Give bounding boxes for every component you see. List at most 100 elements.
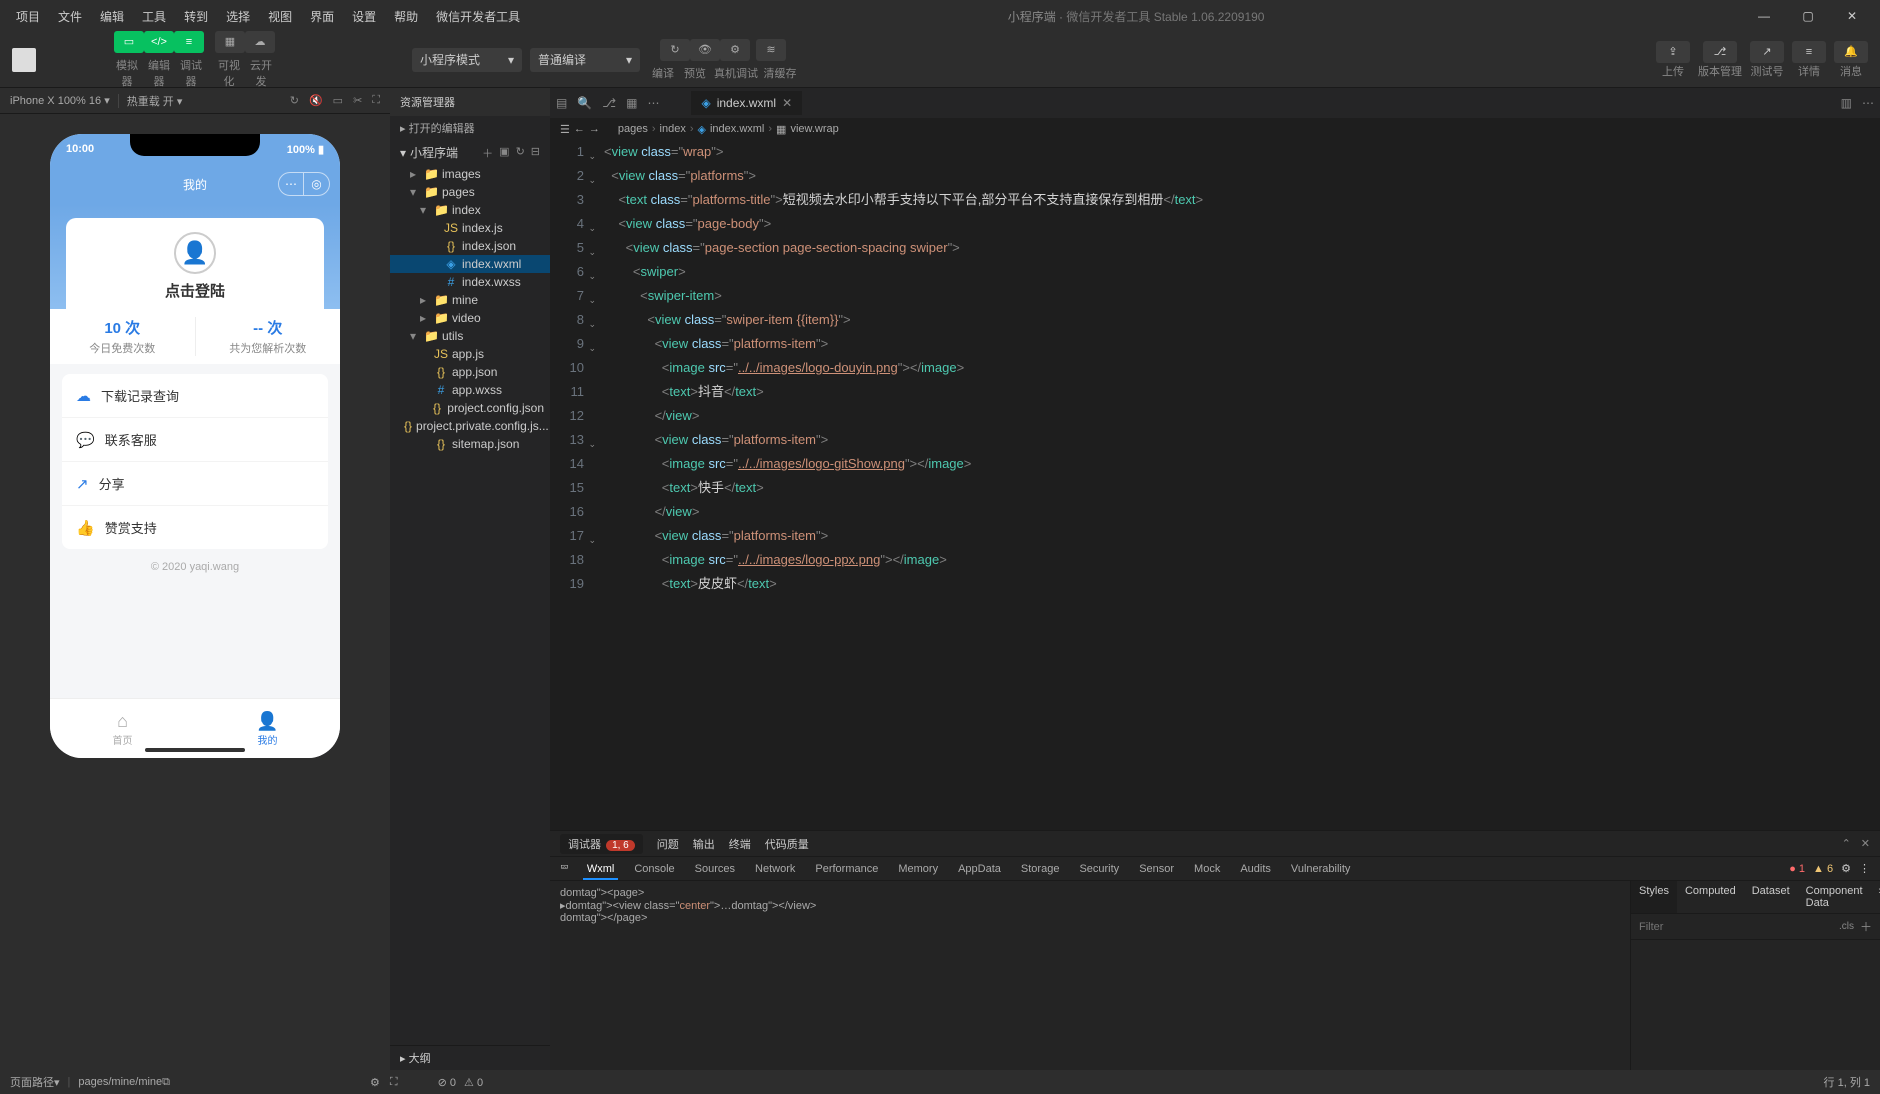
menu-选择[interactable]: 选择 [218,4,258,29]
panel-up-icon[interactable]: ⌃ [1842,837,1851,850]
debugger-toggle[interactable]: ≡ [174,31,204,53]
version-button[interactable]: ⎇ [1703,41,1737,63]
collapse-icon[interactable]: ⊟ [531,145,540,161]
editor-toggle[interactable]: </> [144,31,174,53]
devtools-tab-network[interactable]: Network [751,860,799,878]
devtools-tab-console[interactable]: Console [630,860,678,878]
tree-node[interactable]: JSapp.js [390,345,550,363]
devtools-tab-appdata[interactable]: AppData [954,860,1005,878]
add-rule-icon[interactable]: ＋ [1860,918,1872,935]
outline-section[interactable]: ▸ 大纲 [390,1045,550,1070]
gear-icon[interactable]: ⚙ [1841,862,1851,875]
bookmark-icon[interactable]: ☰ [560,123,570,136]
devtools-tab-performance[interactable]: Performance [811,860,882,878]
menu-工具[interactable]: 工具 [134,4,174,29]
status-warnings[interactable]: ⚠ 0 [464,1076,483,1089]
expand-icon[interactable]: ⛶ [372,94,380,107]
remote-debug-button[interactable]: ⚙ [720,39,750,61]
avatar-icon[interactable]: 👤 [174,232,216,274]
quality-tab[interactable]: 代码质量 [765,836,809,852]
devtools-tab-audits[interactable]: Audits [1236,860,1275,878]
panel-close-icon[interactable]: ✕ [1861,837,1870,850]
visualize-toggle[interactable]: ▦ [215,31,245,53]
style-tab-component data[interactable]: Component Data [1798,881,1871,913]
mute-icon[interactable]: 🔇 [309,94,323,107]
devtools-tab-sensor[interactable]: Sensor [1135,860,1178,878]
styles-filter-input[interactable] [1639,921,1839,933]
error-badge[interactable]: ● 1 [1789,863,1805,875]
maximize-button[interactable]: ▢ [1788,5,1828,27]
open-editors-section[interactable]: ▸ 打开的编辑器 [390,116,550,140]
style-tabs-more-icon[interactable]: » [1871,881,1880,913]
minimize-button[interactable]: — [1744,5,1784,27]
search-icon[interactable]: 🔍 [577,96,592,110]
output-tab[interactable]: 输出 [693,836,715,852]
new-file-icon[interactable]: ＋ [482,145,493,161]
split-editor-icon[interactable]: ▥ [1841,96,1852,110]
tree-node[interactable]: {}project.config.json [390,399,550,417]
devtools-tab-vulnerability[interactable]: Vulnerability [1287,860,1355,878]
user-avatar[interactable] [12,48,36,72]
tree-node[interactable]: JSindex.js [390,219,550,237]
menu-视图[interactable]: 视图 [260,4,300,29]
menu-微信开发者工具[interactable]: 微信开发者工具 [428,4,528,29]
refresh-tree-icon[interactable]: ↻ [516,145,525,161]
nav-fwd-icon[interactable]: → [589,123,600,135]
simulator-toggle[interactable]: ▭ [114,31,144,53]
clear-cache-button[interactable]: ≋ [756,39,786,61]
style-tab-dataset[interactable]: Dataset [1744,881,1798,913]
tree-node[interactable]: {}index.json [390,237,550,255]
devtools-tab-memory[interactable]: Memory [894,860,942,878]
dom-tree[interactable]: domtag"><page>▸domtag"><view class="cent… [550,881,1630,1070]
upload-button[interactable]: ⇪ [1656,41,1690,63]
refresh-icon[interactable]: ↻ [290,94,299,107]
terminal-tab[interactable]: 终端 [729,836,751,852]
compile-button[interactable]: ↻ [660,39,690,61]
tree-node[interactable]: #index.wxss [390,273,550,291]
list-item[interactable]: ↗分享 [62,462,328,506]
capsule-menu-icon[interactable]: ⋯ [278,172,304,196]
breadcrumb[interactable]: ☰ ← → pages› index› ◈ index.wxml› ▦ view… [550,118,1880,140]
new-folder-icon[interactable]: ▣ [499,145,509,161]
phone-icon[interactable]: ▭ [333,94,343,107]
tree-node[interactable]: ◈index.wxml [390,255,550,273]
tree-node[interactable]: ▸📁images [390,165,550,183]
more-icon[interactable]: ⋯ [647,96,659,110]
file-tab[interactable]: ◈ index.wxml ✕ [691,91,802,115]
cursor-position[interactable]: 行 1, 列 1 [1824,1074,1870,1090]
source-control-icon[interactable]: ⎇ [602,96,616,110]
warning-badge[interactable]: ▲ 6 [1813,863,1833,875]
tree-node[interactable]: {}app.json [390,363,550,381]
list-item[interactable]: ☁下载记录查询 [62,374,328,418]
editor-more-icon[interactable]: ⋯ [1862,96,1874,110]
inspect-icon[interactable]: ⮹ [560,862,569,875]
project-root[interactable]: ▾ 小程序端 ＋ ▣ ↻ ⊟ [390,140,550,165]
devtools-tab-sources[interactable]: Sources [691,860,739,878]
tree-node[interactable]: ▾📁pages [390,183,550,201]
tree-node[interactable]: #app.wxss [390,381,550,399]
preview-button[interactable]: 👁 [690,39,720,61]
devtools-more-icon[interactable]: ⋮ [1859,862,1870,875]
tree-node[interactable]: {}project.private.config.js... [390,417,550,435]
tree-node[interactable]: ▸📁video [390,309,550,327]
status-errors[interactable]: ⊘ 0 [438,1076,456,1089]
capsule-close-icon[interactable]: ◎ [304,172,330,196]
messages-button[interactable]: 🔔 [1834,41,1868,63]
menu-界面[interactable]: 界面 [302,4,342,29]
style-tab-styles[interactable]: Styles [1631,881,1677,913]
extension-icon[interactable]: ▦ [626,96,637,110]
snip-icon[interactable]: ✂ [353,94,362,107]
close-tab-icon[interactable]: ✕ [782,96,792,110]
status-expand-icon[interactable]: ⛶ [390,1076,398,1089]
menu-文件[interactable]: 文件 [50,4,90,29]
device-select[interactable]: iPhone X 100% 16 ▾ [10,94,110,107]
menu-帮助[interactable]: 帮助 [386,4,426,29]
list-item[interactable]: 👍赞赏支持 [62,506,328,549]
debugger-tab[interactable]: 调试器 1, 6 [560,834,643,854]
cls-button[interactable]: .cls [1839,921,1854,932]
tree-node[interactable]: ▾📁utils [390,327,550,345]
devtools-tab-storage[interactable]: Storage [1017,860,1064,878]
menu-项目[interactable]: 项目 [8,4,48,29]
style-tab-computed[interactable]: Computed [1677,881,1744,913]
nav-back-icon[interactable]: ← [574,123,585,135]
